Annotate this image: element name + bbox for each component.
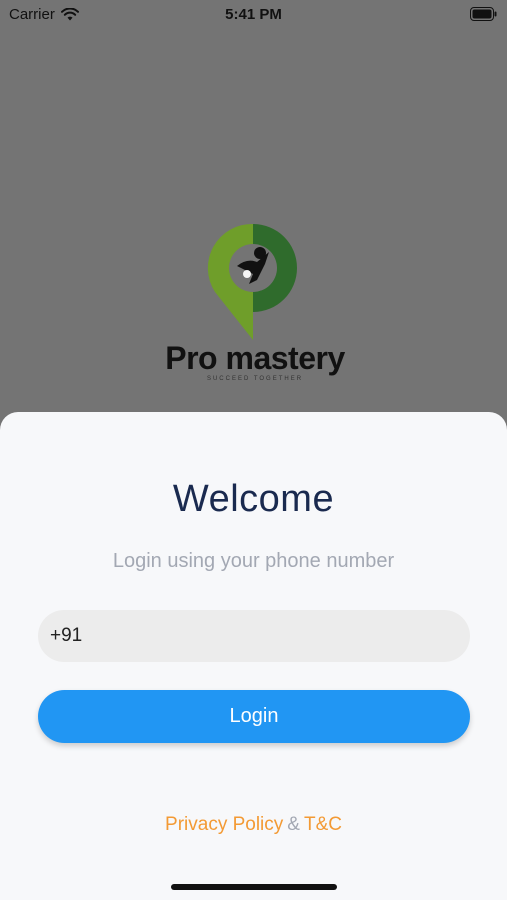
logo-title: Pro mastery [165, 340, 345, 376]
battery-icon [470, 7, 497, 21]
phone-field[interactable]: +91 [38, 610, 470, 662]
country-code: +91 [50, 625, 83, 646]
logo-pin-icon [207, 223, 297, 340]
login-sheet: Welcome Login using your phone number +9… [0, 412, 507, 900]
status-time: 5:41 PM [225, 6, 282, 23]
login-subtitle: Login using your phone number [112, 550, 395, 572]
welcome-title: Welcome [172, 478, 335, 520]
privacy-policy-link[interactable]: Privacy Policy [165, 814, 283, 835]
home-indicator [171, 884, 337, 890]
legal-ampersand: & [287, 814, 300, 835]
terms-link[interactable]: T&C [304, 814, 342, 835]
status-bar: Carrier 5:41 PM [0, 0, 507, 30]
legal-links: Privacy Policy & T&C [0, 814, 507, 836]
logo-tagline: SUCCEED TOGETHER [206, 376, 304, 382]
phone-input[interactable] [82, 610, 470, 662]
login-button[interactable]: Login [38, 690, 470, 743]
app-logo: Pro mastery SUCCEED TOGETHER [155, 222, 355, 392]
